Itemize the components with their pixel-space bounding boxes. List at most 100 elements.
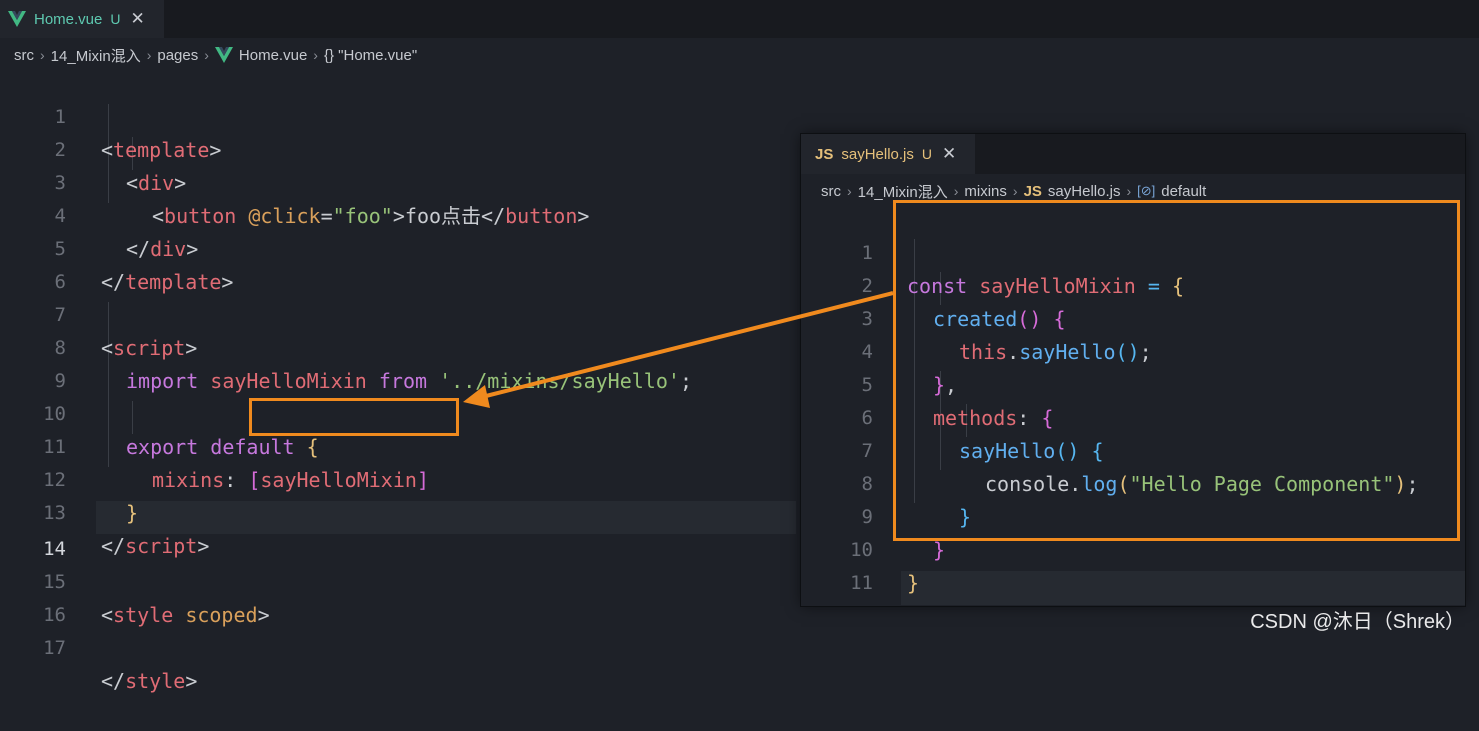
vue-file-icon <box>214 47 233 63</box>
line-number: 17 <box>43 637 66 659</box>
token: < <box>126 171 139 195</box>
token: script <box>125 534 198 558</box>
code-line: 2 <div> <box>0 101 187 195</box>
breadcrumb-item[interactable]: src <box>821 183 841 200</box>
code-line: 1 <template> <box>0 68 222 162</box>
js-file-icon: JS <box>1023 182 1042 200</box>
token: ; <box>679 369 692 393</box>
code-line: 7 console.log("Hello Page Component"); <box>801 402 1419 496</box>
code-line: 11 mixins: [sayHelloMixin] <box>0 398 429 492</box>
code-line: 13 </script> <box>0 464 209 558</box>
code-line: 10 } <box>801 501 919 595</box>
breadcrumb-item[interactable]: sayHello.js <box>1048 183 1121 200</box>
token: ] <box>416 468 429 492</box>
breadcrumb: src › 14_Mixin混入 › mixins › JS sayHello.… <box>821 180 1206 202</box>
token: template <box>113 138 210 162</box>
line-text: <template> <box>101 134 221 167</box>
chevron-right-icon: › <box>1012 183 1018 199</box>
breadcrumb-item[interactable]: pages <box>157 47 198 64</box>
token: scoped <box>185 603 258 627</box>
code-line: 14 <box>0 500 66 560</box>
mixins-highlight-box <box>249 398 459 436</box>
token: } <box>126 501 139 525</box>
token: > <box>185 669 198 693</box>
token: : <box>224 468 237 492</box>
token: >foo点击</ <box>392 204 506 228</box>
close-icon[interactable]: ✕ <box>942 144 956 164</box>
token: > <box>197 534 210 558</box>
indent-guide <box>132 401 133 434</box>
token: style <box>113 603 174 627</box>
token: [ <box>248 468 261 492</box>
token: </ <box>101 534 126 558</box>
token: = <box>320 204 333 228</box>
token: </ <box>126 237 151 261</box>
token: < <box>152 204 165 228</box>
code-line: 1 const sayHelloMixin = { <box>801 204 1184 298</box>
token: > <box>221 270 234 294</box>
code-line: 9 } <box>801 468 946 562</box>
code-line: 9 <box>0 332 66 392</box>
code-line: 12 } <box>0 431 138 525</box>
token: </ <box>101 669 126 693</box>
token: template <box>125 270 222 294</box>
code-line: 16 <box>0 566 66 626</box>
code-line: 2 created() { <box>801 237 1066 331</box>
line-text: </div> <box>126 233 198 266</box>
line-text: <script> <box>101 332 197 365</box>
code-line: 8 } <box>801 435 972 529</box>
breadcrumb-item[interactable]: {} "Home.vue" <box>324 47 417 64</box>
code-line: 4 }, <box>801 303 958 397</box>
line-text: import sayHelloMixin from '../mixins/say… <box>126 365 692 398</box>
breadcrumb-item[interactable]: 14_Mixin混入 <box>51 45 141 66</box>
indent-guide <box>108 302 109 467</box>
tab-sayhello-js[interactable]: JS sayHello.js U ✕ <box>801 134 975 174</box>
token: > <box>174 171 187 195</box>
token: </ <box>101 270 126 294</box>
token: { <box>306 435 319 459</box>
breadcrumb-item[interactable]: default <box>1161 183 1206 200</box>
main-tab-bar: Home.vue U ✕ <box>0 0 1479 38</box>
breadcrumb-item[interactable]: 14_Mixin混入 <box>858 181 948 202</box>
token: style <box>125 669 186 693</box>
watermark: CSDN @沐日（Shrek） <box>1250 611 1465 633</box>
token: from <box>378 369 428 393</box>
token: '../mixins/sayHello' <box>439 369 680 393</box>
token: < <box>101 603 114 627</box>
close-icon[interactable]: ✕ <box>131 9 145 29</box>
code-line: 4 </div> <box>0 167 199 261</box>
line-text: </style> <box>101 665 197 698</box>
sayhello-mixin-highlight-box <box>893 200 1460 541</box>
tab-home-vue[interactable]: Home.vue U ✕ <box>0 0 164 38</box>
token: button <box>164 204 237 228</box>
token: } <box>933 538 946 562</box>
code-line: 6 sayHello() { <box>801 369 1104 463</box>
js-file-icon: JS <box>815 145 834 163</box>
breadcrumb-item[interactable]: Home.vue <box>239 47 307 64</box>
untracked-badge: U <box>921 146 933 162</box>
tab-title: sayHello.js <box>841 145 914 163</box>
token: > <box>257 603 270 627</box>
code-line: 8 import sayHelloMixin from '../mixins/s… <box>0 299 692 393</box>
line-text: </template> <box>101 266 233 299</box>
line-text: <button @click="foo">foo点击</button> <box>152 200 589 233</box>
popup-tab-bar: JS sayHello.js U ✕ <box>801 134 1465 174</box>
code-line: 3 <button @click="foo">foo点击</button> <box>0 134 590 228</box>
token: } <box>907 571 920 595</box>
code-line: 7 <script> <box>0 266 198 360</box>
code-line: 12 export default sayHelloMixin; <box>801 571 873 604</box>
breadcrumb-item[interactable]: src <box>14 47 34 64</box>
code-line: 11 <box>801 534 873 594</box>
breadcrumb-item[interactable]: mixins <box>964 183 1007 200</box>
code-line: 17 </style> <box>0 599 197 693</box>
token: default <box>210 435 295 459</box>
token: < <box>101 336 114 360</box>
variable-symbol-icon: [⊘] <box>1137 183 1156 198</box>
token: sayHelloMixin <box>260 468 417 492</box>
token: div <box>150 237 187 261</box>
code-line: 3 this.sayHello(); <box>801 270 1152 364</box>
line-number: 12 <box>803 604 873 606</box>
token: button <box>505 204 578 228</box>
code-line: 15 <style scoped> <box>0 533 270 627</box>
current-line-highlight <box>901 571 1465 605</box>
